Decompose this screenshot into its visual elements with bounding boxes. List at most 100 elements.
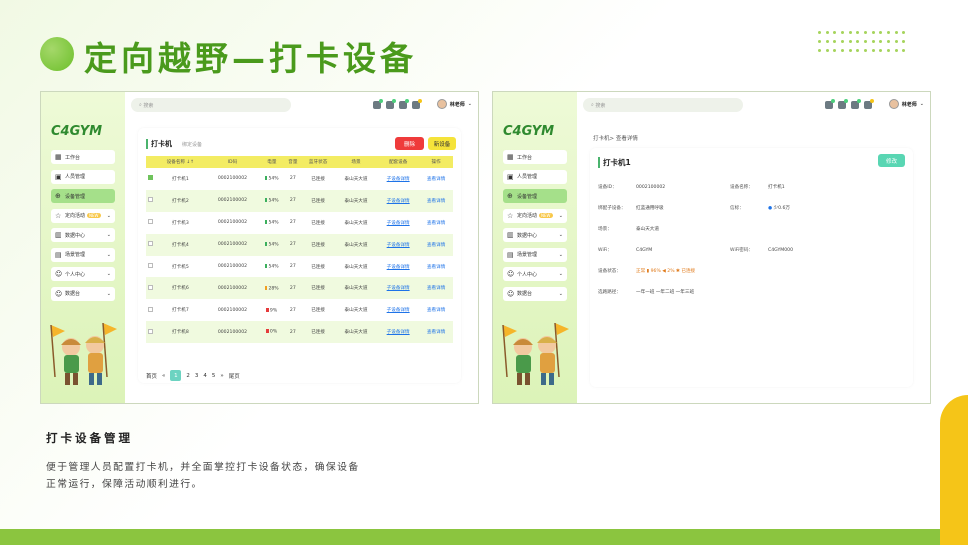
title-dot-icon xyxy=(40,37,74,71)
page-link[interactable]: 5 xyxy=(212,373,216,379)
bottom-bar xyxy=(0,529,968,545)
sidebar-item[interactable]: ⊕ 设备管理 xyxy=(51,189,115,203)
sidebar-item[interactable]: ☆ 定向活动 NEW ⌄ xyxy=(503,208,567,223)
row-checkbox[interactable] xyxy=(148,241,154,247)
search-placeholder: 搜索 xyxy=(143,102,154,109)
sidebar-item[interactable]: ▤ 场景管理 ⌄ xyxy=(503,247,567,262)
top-bar: ⌕ 搜索 林老师 ⌄ xyxy=(577,92,930,118)
mail-icon[interactable] xyxy=(838,99,848,109)
sub-device-link[interactable]: 子设备详情 xyxy=(387,243,410,248)
sidebar-item[interactable]: ☺ 数据台 ⌄ xyxy=(51,286,115,301)
table-row[interactable]: 打卡机1 0002100002 54% 27 已连接 泰山天大道 子设备详情 查看详情 xyxy=(146,168,453,190)
user-menu[interactable]: 林老师 ⌄ xyxy=(888,99,924,109)
sidebar-item[interactable]: ▦ 工作台 xyxy=(503,150,567,164)
page-link[interactable]: 1 xyxy=(170,370,182,381)
row-checkbox[interactable] xyxy=(148,284,154,290)
table-row[interactable]: 打卡机3 0002100002 54% 27 已连接 泰山天大道 子设备详情 查看详情 xyxy=(146,212,453,234)
column-header[interactable]: 电量 xyxy=(259,156,285,168)
user-menu[interactable]: 林老师 ⌄ xyxy=(436,99,472,109)
first-page-link[interactable]: 首页 xyxy=(146,372,157,380)
row-checkbox[interactable] xyxy=(148,197,154,203)
view-detail-link[interactable]: 查看详情 xyxy=(427,265,445,270)
cell-volume: 27 xyxy=(284,189,302,212)
field-sub-device: 绑配子设备： 红蓝通用呼吸 xyxy=(598,205,664,211)
sidebar-item[interactable]: ▣ 人员管理 xyxy=(51,169,115,184)
dot xyxy=(818,31,821,34)
row-checkbox[interactable] xyxy=(148,328,154,334)
column-header[interactable]: 配套设备 xyxy=(377,156,420,168)
message-icon[interactable] xyxy=(851,99,861,109)
sidebar-item[interactable]: ☺ 数据台 ⌄ xyxy=(503,286,567,301)
sub-device-link[interactable]: 子设备详情 xyxy=(387,286,410,291)
sidebar-item[interactable]: ▥ 数据中心 ⌄ xyxy=(51,228,115,242)
edit-button[interactable]: 修改 xyxy=(878,154,905,167)
view-detail-link[interactable]: 查看详情 xyxy=(427,330,445,335)
sub-device-link[interactable]: 子设备详情 xyxy=(387,177,410,182)
sidebar-item[interactable]: ☆ 定向活动 NEW ⌄ xyxy=(51,208,115,223)
search-input[interactable]: ⌕ 搜索 xyxy=(131,98,291,112)
slide-title: 定向越野—打卡设备 xyxy=(84,39,417,78)
breadcrumb[interactable]: 打卡机> 查看详情 xyxy=(593,134,638,142)
column-header[interactable]: 设备名称 ↓↑ xyxy=(155,156,206,168)
dashboard-icon: ▦ xyxy=(55,153,62,161)
row-checkbox[interactable] xyxy=(148,306,154,312)
cell-volume: 27 xyxy=(289,307,296,313)
sidebar-item[interactable]: ▣ 人员管理 xyxy=(503,169,567,184)
row-checkbox[interactable] xyxy=(148,175,154,181)
next-page-link[interactable]: » xyxy=(220,373,223,379)
search-input[interactable]: ⌕ 搜索 xyxy=(583,98,743,112)
table-row[interactable]: 打卡机7 0002100002 9% 27 已连接 泰山天大道 子设备详情 查看详情 xyxy=(146,299,453,321)
star-icon: ☆ xyxy=(55,211,62,220)
bind-device-tip[interactable]: 绑定设备 xyxy=(182,141,202,148)
column-header[interactable]: 音量 xyxy=(284,156,302,168)
sidebar-item[interactable]: ☺ 个人中心 ⌄ xyxy=(51,267,115,281)
view-detail-link[interactable]: 查看详情 xyxy=(427,243,445,248)
column-header[interactable]: ID码 xyxy=(205,156,260,168)
page-link[interactable]: 2 xyxy=(186,373,190,379)
view-detail-link[interactable]: 查看详情 xyxy=(427,308,445,313)
sub-device-link[interactable]: 子设备详情 xyxy=(387,199,410,204)
cell-name: 打卡机3 xyxy=(172,220,189,226)
cell-bluetooth: 已连接 xyxy=(301,321,335,344)
page-link[interactable]: 3 xyxy=(195,373,199,379)
table-row[interactable]: 打卡机6 0002100002 28% 27 已连接 泰山天大道 子设备详情 查看详情 xyxy=(146,277,453,300)
sidebar-item[interactable]: ▤ 场景管理 ⌄ xyxy=(51,247,115,262)
column-header[interactable]: 操作 xyxy=(419,156,453,168)
notice-icon[interactable] xyxy=(864,99,874,109)
cell-battery: 54% xyxy=(259,168,284,190)
view-detail-link[interactable]: 查看详情 xyxy=(427,286,445,291)
view-detail-link[interactable]: 查看详情 xyxy=(427,221,445,226)
notice-icon[interactable] xyxy=(412,99,422,109)
sub-device-link[interactable]: 子设备详情 xyxy=(387,308,410,313)
dot xyxy=(902,40,906,43)
page-link[interactable]: 4 xyxy=(203,373,207,379)
sub-device-link[interactable]: 子设备详情 xyxy=(387,330,410,335)
last-page-link[interactable]: 尾页 xyxy=(229,372,240,380)
sub-device-link[interactable]: 子设备详情 xyxy=(387,265,410,270)
dot xyxy=(818,49,821,52)
message-icon[interactable] xyxy=(399,99,409,109)
sidebar-item[interactable]: ▥ 数据中心 ⌄ xyxy=(503,228,567,242)
add-device-button[interactable]: 新设备 xyxy=(428,137,456,150)
table-row[interactable]: 打卡机8 0002100002 0% 27 已连接 泰山天大道 子设备详情 查看详情 xyxy=(146,321,453,344)
sidebar-item[interactable]: ⊕ 设备管理 xyxy=(503,189,567,203)
column-header[interactable]: 蓝牙状态 xyxy=(301,156,335,168)
bell-icon[interactable] xyxy=(373,99,383,109)
cell-bluetooth: 已连接 xyxy=(311,308,325,314)
prev-page-link[interactable]: « xyxy=(162,373,165,379)
sidebar-item[interactable]: ▦ 工作台 xyxy=(51,150,115,164)
column-header[interactable]: 场景 xyxy=(334,156,378,168)
view-detail-link[interactable]: 查看详情 xyxy=(427,177,445,182)
field-device-id: 设备ID： 0002100002 xyxy=(598,184,665,190)
mail-icon[interactable] xyxy=(386,99,396,109)
row-checkbox[interactable] xyxy=(148,263,154,268)
view-detail-link[interactable]: 查看详情 xyxy=(427,199,445,204)
table-row[interactable]: 打卡机2 0002100002 54% 27 已连接 泰山天大道 子设备详情 查看详情 xyxy=(146,189,453,212)
table-row[interactable]: 打卡机5 0002100002 54% 27 已连接 泰山天大道 子设备详情 查看详情 xyxy=(146,256,453,278)
delete-button[interactable]: 删除 xyxy=(395,137,424,150)
table-row[interactable]: 打卡机4 0002100002 54% 27 已连接 泰山天大道 子设备详情 查看详情 xyxy=(146,233,453,256)
bell-icon[interactable] xyxy=(825,99,835,109)
row-checkbox[interactable] xyxy=(148,219,154,225)
sidebar-item[interactable]: ☺ 个人中心 ⌄ xyxy=(503,267,567,281)
sub-device-link[interactable]: 子设备详情 xyxy=(387,221,410,226)
